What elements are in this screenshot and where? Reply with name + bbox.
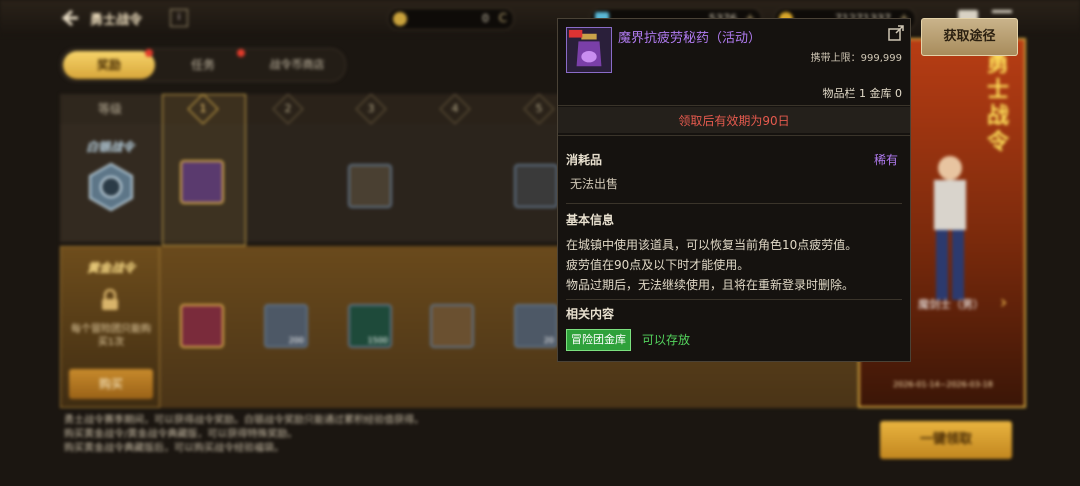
background-layer: 勇士战令 i 0 C 5376 + 71271337 + 奖励 任务 战令币商店… — [0, 0, 1080, 486]
level-number: 4 — [451, 102, 459, 115]
item-rarity: 稀有 — [873, 153, 898, 167]
description-line: 勇士战令赛季期间，可以获得战令奖励。白银战令奖励只能通过累积经验值获得。 — [64, 415, 424, 426]
item-tooltip: 魔界抗疲劳秘药（活动） 携带上限：999,999 物品栏 1 金库 0 领取后有… — [557, 18, 911, 362]
potion-icon — [566, 27, 612, 73]
divider — [566, 299, 902, 300]
level-header-label: 等级 — [60, 94, 160, 124]
gold-coin-icon — [393, 12, 407, 26]
reward-coin-box-icon[interactable] — [348, 164, 392, 208]
reward-count: 20 — [543, 336, 554, 345]
divider — [558, 105, 910, 106]
sellable-text: 无法出售 — [570, 177, 619, 191]
related-title: 相关内容 — [566, 307, 615, 321]
promo-character-name: 魔剑士（男） — [918, 298, 984, 311]
level-number: 2 — [284, 102, 292, 115]
level-number: 3 — [367, 102, 375, 115]
tab-bar: 奖励 任务 战令币商店 — [60, 48, 346, 82]
storable-note: 可以存放 — [642, 333, 691, 347]
page-title: 勇士战令 — [90, 13, 143, 28]
divider — [558, 135, 910, 136]
description-line: 购买黄金战令/黄金战令典藏版，可以获得特殊奖励。 — [64, 429, 298, 440]
currency-value: 0 — [482, 12, 489, 25]
reward-crystal-icon[interactable]: 20 — [514, 304, 558, 348]
tab-tasks[interactable]: 任务 — [157, 51, 249, 79]
back-arrow-icon[interactable] — [60, 8, 80, 28]
divider — [566, 203, 902, 204]
share-icon[interactable] — [888, 25, 904, 41]
level-2: 2 — [245, 93, 327, 125]
currency-gold: 0 C — [388, 8, 514, 30]
silver-pass-badge-icon — [89, 162, 133, 212]
tab-rewards[interactable]: 奖励 — [63, 51, 155, 79]
storage-count: 物品栏 1 金库 0 — [822, 87, 903, 100]
carry-limit: 携带上限：999,999 — [810, 53, 902, 64]
season-description: 勇士战令赛季期间，可以获得战令奖励。白银战令奖励只能通过累积经验值获得。 购买黄… — [64, 414, 424, 456]
reward-weapon-box-icon[interactable] — [180, 304, 224, 348]
rewards-badge — [145, 49, 153, 57]
item-category: 消耗品 — [566, 153, 603, 167]
reward-count: 200 — [288, 336, 304, 345]
level-3: 3 — [328, 93, 410, 125]
description-line: 购买黄金战令典藏版后，可以购买战令经验福袋。 — [64, 443, 284, 454]
expiry-text: 领取后有效期为90日 — [678, 114, 790, 128]
tab-shop[interactable]: 战令币商店 — [251, 51, 343, 79]
get-path-button[interactable]: 获取途径 — [921, 18, 1018, 56]
basic-info-title: 基本信息 — [566, 213, 615, 227]
reward-crystal-icon[interactable]: 200 — [264, 304, 308, 348]
tasks-badge — [237, 49, 245, 57]
basic-info-line: 疲劳值在90点及以下时才能使用。 — [566, 258, 750, 272]
buy-button[interactable]: 购买 — [69, 369, 153, 399]
add-currency-icon[interactable]: C — [499, 11, 507, 25]
lock-icon — [102, 289, 118, 310]
reward-potion-icon[interactable] — [180, 160, 224, 204]
item-name: 魔界抗疲劳秘药（活动） — [618, 31, 762, 46]
character-portrait — [934, 156, 966, 300]
basic-info-line: 物品过期后，无法继续使用，且将在重新登录时删除。 — [566, 278, 855, 292]
gold-pass-note: 每个冒险团只能购买1次 — [71, 324, 151, 348]
level-4: 4 — [412, 93, 494, 125]
reward-count: 1500 — [367, 336, 388, 345]
free-pass-panel: 白银战令 — [60, 124, 160, 242]
reward-emerald-icon[interactable]: 1500 — [348, 304, 392, 348]
level-number: 5 — [535, 102, 543, 115]
promo-title: 勇士战令 — [986, 52, 1009, 155]
next-arrow-icon[interactable]: › — [1000, 292, 1007, 313]
top-bar: 勇士战令 i 0 C 5376 + 71271337 + — [0, 0, 1080, 36]
adventure-vault-tag: 冒险团金库 — [566, 329, 631, 351]
basic-info-line: 在城镇中使用该道具，可以恢复当前角色10点疲劳值。 — [566, 238, 858, 252]
gold-pass-panel: 黄金战令 每个冒险团只能购买1次 购买 — [60, 246, 160, 408]
gold-pass-label: 黄金战令 — [86, 261, 135, 275]
claim-all-button[interactable]: 一键领取 — [880, 421, 1012, 459]
reward-ore-icon[interactable] — [514, 164, 558, 208]
reward-mystery-box-icon[interactable] — [430, 304, 474, 348]
info-icon[interactable]: i — [170, 9, 188, 27]
free-pass-label: 白银战令 — [85, 140, 134, 154]
promo-date: 2026-01-14~2026-03-18 — [893, 380, 993, 389]
